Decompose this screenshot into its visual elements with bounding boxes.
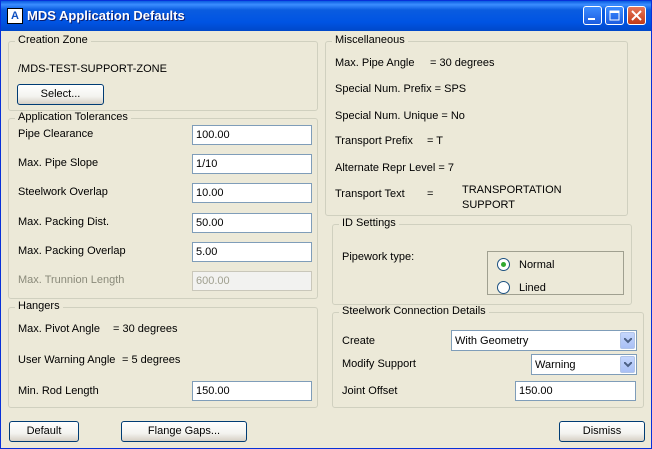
id-settings-group: ID Settings Pipework type: Normal Lined (332, 217, 632, 305)
application-tolerances-legend: Application Tolerances (15, 111, 131, 123)
create-dropdown[interactable]: With Geometry (451, 330, 637, 351)
radio-normal-label[interactable]: Normal (519, 259, 554, 271)
app-icon: A (7, 8, 23, 24)
steelwork-connection-legend: Steelwork Connection Details (339, 305, 489, 317)
close-button[interactable] (627, 6, 646, 25)
radio-selected-dot (501, 262, 506, 267)
transport-prefix-label: Transport Prefix (335, 135, 413, 147)
miscellaneous-legend: Miscellaneous (332, 34, 408, 46)
joint-offset-label: Joint Offset (342, 385, 398, 397)
max-pipe-slope-input[interactable]: 1/10 (192, 154, 312, 174)
minimize-icon (588, 18, 595, 20)
modify-support-dropdown[interactable]: Warning (531, 354, 637, 375)
max-pipe-slope-label: Max. Pipe Slope (18, 157, 99, 169)
minimize-button[interactable] (583, 6, 602, 25)
create-dropdown-value: With Geometry (455, 335, 529, 347)
pipe-clearance-input[interactable]: 100.00 (192, 125, 312, 145)
user-warning-angle-label: User Warning Angle (18, 354, 116, 366)
application-tolerances-group: Application Tolerances Pipe Clearance 10… (8, 111, 318, 299)
creation-zone-name: /MDS-TEST-SUPPORT-ZONE (18, 63, 167, 75)
max-pivot-angle-value: = 30 degrees (113, 323, 178, 335)
id-settings-legend: ID Settings (339, 217, 399, 229)
max-packing-overlap-input[interactable]: 5.00 (192, 242, 312, 262)
default-button[interactable]: Default (9, 421, 79, 442)
steelwork-connection-group: Steelwork Connection Details Create With… (332, 305, 644, 408)
max-pivot-angle-label: Max. Pivot Angle (18, 323, 100, 335)
min-rod-length-input[interactable]: 150.00 (192, 381, 312, 401)
miscellaneous-group: Miscellaneous Max. Pipe Angle = 30 degre… (325, 34, 628, 216)
max-pipe-angle-value: = 30 degrees (430, 57, 495, 69)
transport-text-label: Transport Text (335, 188, 405, 200)
max-trunnion-length-input: 600.00 (192, 271, 312, 291)
creation-zone-legend: Creation Zone (15, 34, 91, 46)
transport-text-value-line1: TRANSPORTATION (462, 184, 562, 196)
pipework-type-label: Pipework type: (342, 251, 415, 263)
hangers-legend: Hangers (15, 300, 63, 312)
pipe-clearance-label: Pipe Clearance (18, 128, 94, 140)
user-warning-angle-value: = 5 degrees (122, 354, 181, 366)
maximize-icon (609, 10, 620, 21)
transport-prefix-value: = T (427, 135, 444, 147)
create-label: Create (342, 335, 376, 347)
select-zone-button[interactable]: Select... (17, 84, 104, 105)
max-packing-dist-input[interactable]: 50.00 (192, 213, 312, 233)
modify-support-dropdown-value: Warning (535, 359, 576, 371)
max-trunnion-length-label: Max. Trunnion Length (18, 274, 125, 286)
radio-normal[interactable] (497, 258, 510, 271)
window-title: MDS Application Defaults (27, 8, 185, 23)
max-packing-dist-label: Max. Packing Dist. (18, 216, 110, 228)
radio-lined-label[interactable]: Lined (519, 282, 546, 294)
transport-text-value-line2: SUPPORT (462, 199, 515, 211)
max-packing-overlap-label: Max. Packing Overlap (18, 245, 126, 257)
flange-gaps-button[interactable]: Flange Gaps... (121, 421, 247, 442)
modify-support-dropdown-arrow[interactable] (620, 356, 635, 373)
steelwork-overlap-label: Steelwork Overlap (18, 186, 108, 198)
title-bar[interactable]: A MDS Application Defaults (1, 1, 651, 31)
close-icon (631, 10, 642, 21)
chevron-down-icon (624, 338, 632, 344)
chevron-down-icon (624, 362, 632, 368)
joint-offset-input[interactable]: 150.00 (515, 381, 636, 401)
create-dropdown-arrow[interactable] (620, 332, 635, 349)
steelwork-overlap-input[interactable]: 10.00 (192, 183, 312, 203)
dismiss-button[interactable]: Dismiss (559, 421, 645, 442)
special-num-unique: Special Num. Unique = No (335, 110, 465, 122)
mds-application-defaults-window: A MDS Application Defaults Creation Zone… (0, 0, 652, 449)
min-rod-length-label: Min. Rod Length (18, 385, 99, 397)
max-pipe-angle-label: Max. Pipe Angle (335, 57, 415, 69)
radio-lined[interactable] (497, 281, 510, 294)
special-num-prefix: Special Num. Prefix = SPS (335, 83, 467, 95)
maximize-button[interactable] (605, 6, 624, 25)
alternate-repr-level: Alternate Repr Level = 7 (335, 162, 454, 174)
creation-zone-group: Creation Zone /MDS-TEST-SUPPORT-ZONE Sel… (8, 34, 318, 111)
hangers-group: Hangers Max. Pivot Angle = 30 degrees Us… (8, 300, 318, 408)
transport-text-equals: = (427, 188, 434, 200)
modify-support-label: Modify Support (342, 358, 416, 370)
